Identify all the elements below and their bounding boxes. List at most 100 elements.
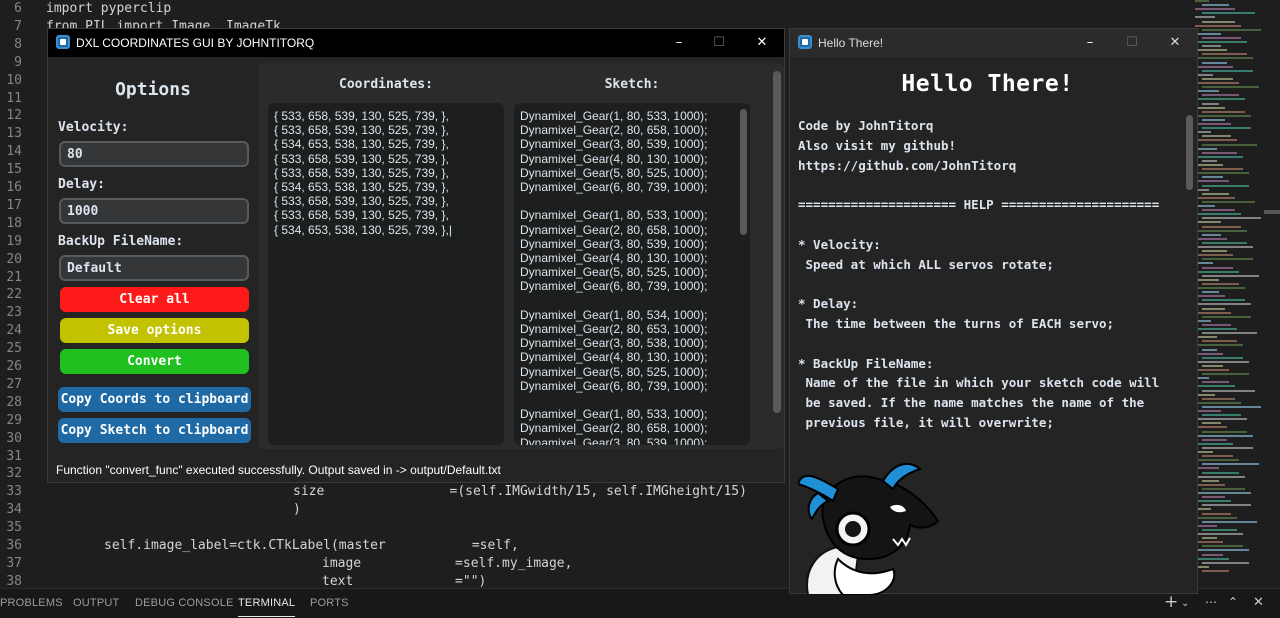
- coordinates-textbox[interactable]: { 533, 658, 539, 130, 525, 739, }, { 533…: [268, 103, 504, 445]
- minimap[interactable]: [1195, 0, 1261, 588]
- minimap-line: [1195, 336, 1217, 339]
- minimap-line: [1195, 401, 1241, 404]
- backup-filename-input[interactable]: Default: [59, 255, 249, 281]
- tab-debug-console[interactable]: DEBUG CONSOLE: [135, 597, 234, 609]
- line-number: 35: [6, 520, 22, 536]
- dragon-mascot-icon: [798, 462, 940, 595]
- minimap-line: [1202, 143, 1257, 146]
- minimap-line: [1202, 537, 1217, 540]
- minimap-line: [1202, 397, 1235, 400]
- minimap-line: [1195, 123, 1231, 125]
- hello-heading: Hello There!: [901, 71, 1074, 97]
- more-icon[interactable]: ⋯: [1205, 595, 1217, 609]
- help-text: Code by JohnTitorq Also visit my github!…: [798, 118, 1160, 430]
- minimap-line: [1195, 0, 1209, 2]
- minimize-button[interactable]: –: [666, 32, 692, 54]
- minimap-line: [1202, 479, 1219, 482]
- minimap-line: [1195, 98, 1245, 101]
- minimap-line: [1202, 159, 1217, 162]
- clear-all-button[interactable]: Clear all: [60, 287, 249, 312]
- dxl-titlebar[interactable]: DXL COORDINATES GUI BY JOHNTITORQ – ☐ ✕: [48, 29, 784, 57]
- close-button[interactable]: ✕: [1162, 32, 1188, 54]
- minimap-line: [1202, 12, 1255, 15]
- copy-coords-button[interactable]: Copy Coords to clipboard: [58, 387, 251, 412]
- tab-ports[interactable]: PORTS: [310, 597, 349, 609]
- minimap-line: [1195, 221, 1221, 224]
- maximize-button[interactable]: ☐: [706, 32, 732, 54]
- maximize-panel-icon[interactable]: ⌃: [1228, 595, 1238, 609]
- tab-problems[interactable]: PROBLEMS: [0, 597, 63, 609]
- minimap-line: [1195, 32, 1221, 35]
- add-terminal-icon[interactable]: +: [1164, 592, 1178, 612]
- line-number: 18: [6, 215, 22, 231]
- minimap-line: [1202, 528, 1237, 531]
- code-line[interactable]: ): [293, 502, 301, 517]
- convert-button[interactable]: Convert: [60, 349, 249, 374]
- minimap-line: [1202, 438, 1227, 441]
- sketch-text: Dynamixel_Gear(1, 80, 533, 1000); Dynami…: [520, 109, 708, 445]
- minimap-line: [1202, 266, 1233, 269]
- editor-scrollbar[interactable]: [1264, 210, 1280, 214]
- minimap-line: [1202, 110, 1245, 113]
- delay-input[interactable]: 1000: [59, 198, 249, 224]
- minimap-line: [1202, 299, 1245, 302]
- minimap-line: [1202, 405, 1261, 408]
- minimap-line: [1202, 217, 1261, 220]
- chevron-down-icon[interactable]: ⌄: [1181, 598, 1189, 609]
- line-number: 30: [6, 430, 22, 446]
- line-number: 23: [6, 305, 22, 321]
- sketch-textbox[interactable]: Dynamixel_Gear(1, 80, 533, 1000); Dynami…: [514, 103, 750, 445]
- minimap-line: [1202, 77, 1233, 80]
- code-line[interactable]: self.image_label=ctk.CTkLabel(master =se…: [104, 538, 519, 553]
- line-number: 34: [6, 502, 22, 518]
- save-options-button[interactable]: Save options: [60, 318, 249, 343]
- hello-scrollbar[interactable]: [1186, 115, 1193, 190]
- minimap-line: [1195, 147, 1217, 150]
- code-line[interactable]: image =self.my_image,: [322, 556, 572, 571]
- minimap-line: [1195, 82, 1239, 84]
- sketch-scrollbar[interactable]: [740, 109, 747, 235]
- coordinates-text: { 533, 658, 539, 130, 525, 739, }, { 533…: [274, 109, 452, 237]
- dxl-window: DXL COORDINATES GUI BY JOHNTITORQ – ☐ ✕ …: [47, 28, 785, 483]
- minimize-button[interactable]: –: [1077, 32, 1103, 54]
- minimap-line: [1202, 118, 1225, 121]
- app-icon: [56, 35, 70, 49]
- line-number: 20: [6, 251, 22, 267]
- minimap-line: [1202, 45, 1221, 48]
- minimap-line: [1202, 102, 1219, 105]
- minimap-line: [1195, 426, 1227, 429]
- minimap-line: [1202, 28, 1261, 31]
- minimap-line: [1202, 364, 1223, 367]
- maximize-button[interactable]: ☐: [1119, 32, 1145, 54]
- minimap-line: [1195, 475, 1245, 478]
- minimap-line: [1195, 270, 1239, 273]
- velocity-input[interactable]: 80: [59, 141, 249, 167]
- close-panel-icon[interactable]: ✕: [1253, 595, 1264, 610]
- hello-titlebar[interactable]: Hello There! – ☐ ✕: [790, 29, 1197, 57]
- line-number: 36: [6, 538, 22, 553]
- minimap-line: [1202, 36, 1241, 39]
- line-number: 21: [6, 269, 22, 285]
- copy-sketch-button[interactable]: Copy Sketch to clipboard: [58, 418, 251, 443]
- frame-scrollbar[interactable]: [773, 71, 781, 413]
- code-line[interactable]: import pyperclip: [46, 1, 171, 16]
- minimap-line: [1202, 94, 1239, 97]
- minimap-line: [1202, 135, 1231, 138]
- line-number: 33: [6, 484, 22, 500]
- minimap-line: [1202, 340, 1237, 343]
- minimap-line: [1195, 360, 1249, 363]
- minimap-line: [1202, 569, 1229, 572]
- minimap-line: [1195, 328, 1237, 330]
- minimap-line: [1195, 352, 1223, 355]
- code-line[interactable]: size =(self.IMGwidth/15, self.IMGheight/…: [293, 484, 747, 499]
- tab-output[interactable]: OUTPUT: [73, 597, 119, 609]
- minimap-line: [1202, 373, 1249, 376]
- minimap-line: [1195, 278, 1219, 281]
- close-button[interactable]: ✕: [749, 32, 775, 54]
- minimap-line: [1195, 311, 1231, 314]
- minimap-line: [1195, 500, 1231, 503]
- minimap-line: [1202, 520, 1257, 523]
- line-number: 14: [6, 144, 22, 160]
- tab-terminal[interactable]: TERMINAL: [238, 597, 296, 617]
- code-line[interactable]: text =""): [322, 574, 486, 589]
